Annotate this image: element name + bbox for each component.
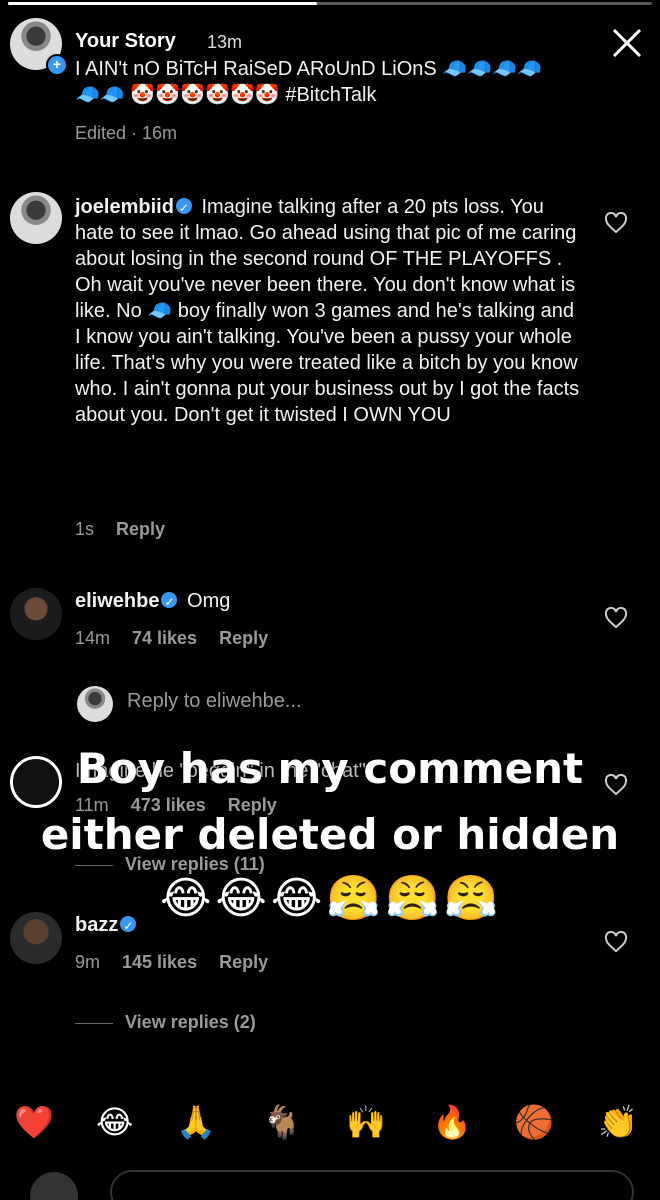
avatar[interactable] <box>10 912 62 964</box>
story-comments-screen: + Your Story 13m I AIN't nO BiTcH RaiSeD… <box>0 0 660 1200</box>
reply-button[interactable]: Reply <box>219 628 268 648</box>
story-title: Your Story <box>75 30 176 52</box>
comment-input[interactable] <box>110 1170 634 1200</box>
overlay-caption-line1: Boy has my comment <box>76 744 584 793</box>
reply-button[interactable]: Reply <box>116 519 165 539</box>
likes-count[interactable]: 74 likes <box>132 628 197 648</box>
comment-time: 9m <box>75 952 101 972</box>
pray-emoji-icon[interactable]: 🙏 <box>176 1103 216 1141</box>
comment-eliwehbe: eliwehbe Omg <box>75 588 575 615</box>
clapping-emoji-icon[interactable]: 👏 <box>598 1103 638 1141</box>
overlay-caption-line2: either deleted or hidden <box>40 810 620 859</box>
heart-icon[interactable] <box>604 212 628 234</box>
comment-karltowns: I AIN't nO BiTcH RaiSeD ARoUnD LiOnS 🧢🧢🧢… <box>75 56 545 108</box>
comment-meta: Edited · 16m <box>75 123 178 143</box>
verified-badge-icon <box>120 913 137 939</box>
overlay-emojis: 😂😂😂😤😤😤 <box>160 874 503 923</box>
avatar[interactable] <box>10 588 62 640</box>
view-replies-button[interactable]: View replies (2) <box>75 1012 256 1033</box>
heart-emoji-icon[interactable]: ❤️ <box>14 1103 54 1141</box>
heart-icon[interactable] <box>604 931 628 953</box>
story-progress-bar <box>8 2 652 5</box>
comment-meta: 14m 74 likes Reply <box>75 628 268 649</box>
avatar[interactable] <box>10 192 62 244</box>
comment-time: 1s <box>75 519 95 539</box>
comment-text: Imagine talking after a 20 pts loss. You… <box>75 196 580 426</box>
comment-username[interactable]: eliwehbe <box>75 590 159 612</box>
verified-badge-icon <box>175 195 192 221</box>
comment-meta: 1s Reply <box>75 519 165 540</box>
reply-button[interactable]: Reply <box>219 952 268 972</box>
avatar <box>77 686 113 722</box>
laughing-emoji-icon[interactable]: 😂 <box>96 1103 133 1141</box>
comment-meta: 9m 145 likes Reply <box>75 952 268 973</box>
close-icon[interactable] <box>606 22 648 64</box>
avatar <box>30 1172 78 1200</box>
comment-time: 14m <box>75 628 111 648</box>
reply-input[interactable]: Reply to eliwehbe... <box>127 690 302 713</box>
verified-badge-icon <box>161 589 178 615</box>
story-time: 13m <box>207 32 243 52</box>
add-story-icon[interactable]: + <box>46 54 68 76</box>
comment-joelembiid: joelembiid Imagine talking after a 20 pt… <box>75 194 585 428</box>
basketball-emoji-icon[interactable]: 🏀 <box>514 1103 554 1141</box>
goat-emoji-icon[interactable]: 🐐 <box>262 1103 302 1141</box>
comment-text: I AIN't nO BiTcH RaiSeD ARoUnD LiOnS 🧢🧢🧢… <box>75 58 542 106</box>
likes-count[interactable]: 145 likes <box>122 952 197 972</box>
comment-username[interactable]: joelembiid <box>75 196 174 218</box>
emoji-reaction-bar: ❤️ 😂 🙏 🐐 🙌 🔥 🏀 👏 <box>0 1085 660 1165</box>
comment-text: Omg <box>187 590 231 612</box>
comment-username[interactable]: bazz <box>75 914 118 936</box>
story-progress-fill <box>8 2 318 5</box>
raised-hands-emoji-icon[interactable]: 🙌 <box>346 1103 386 1141</box>
heart-icon[interactable] <box>604 607 628 629</box>
fire-emoji-icon[interactable]: 🔥 <box>432 1103 472 1141</box>
